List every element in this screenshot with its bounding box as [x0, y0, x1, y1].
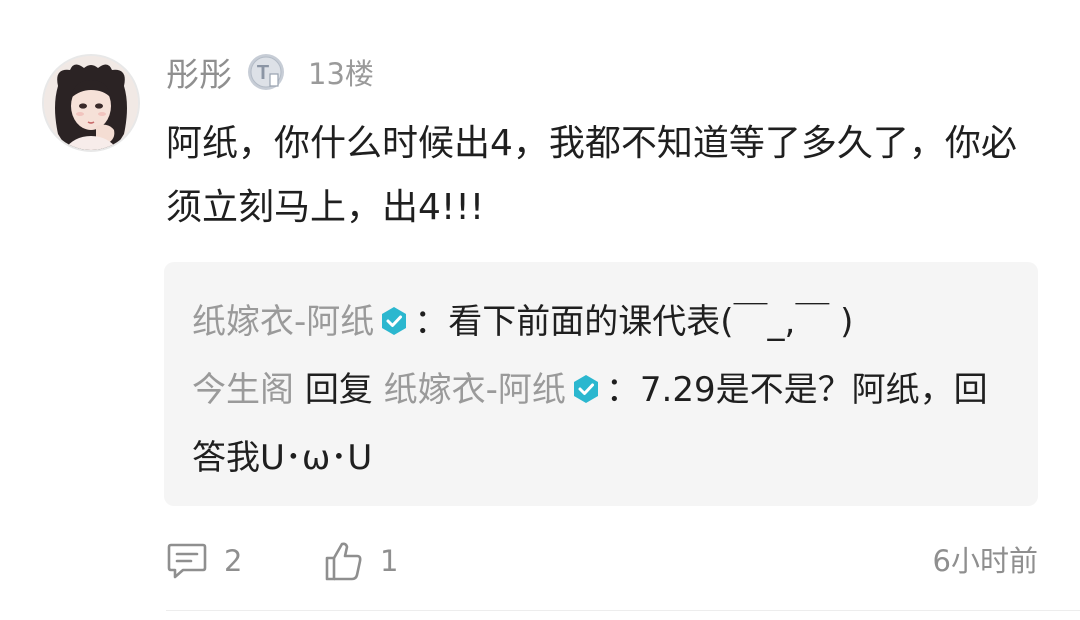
level-badge-letter: T [257, 62, 269, 84]
comment-bubble-icon [167, 543, 207, 579]
like-count: 1 [380, 544, 399, 578]
reply-separator: ： [414, 302, 449, 342]
reply-separator: ： [605, 370, 640, 410]
level-badge-icon: T [246, 52, 286, 92]
avatar-illustration [44, 56, 138, 150]
reply-word: 回复 [304, 370, 373, 410]
divider [166, 610, 1080, 611]
thumbs-up-icon [325, 542, 362, 581]
comment-count: 2 [224, 544, 243, 578]
reply-author[interactable]: 纸嫁衣-阿纸 [192, 302, 374, 342]
timestamp: 6小时前 [932, 544, 1038, 578]
like-button[interactable]: 1 [324, 538, 398, 584]
floor-number: 13楼 [308, 57, 374, 91]
verified-badge-icon [378, 292, 410, 335]
reply-author[interactable]: 今生阁 [192, 370, 294, 410]
comment-actions: 2 1 6小时前 [166, 538, 1040, 584]
reply-button[interactable]: 2 [166, 538, 242, 584]
comment-header: 彤彤 T 13楼 [166, 48, 374, 96]
username[interactable]: 彤彤 [166, 48, 232, 96]
reply-item[interactable]: 纸嫁衣-阿纸 ：看下前面的课代表(￣_,￣ ) [192, 288, 992, 356]
replies-container[interactable]: 纸嫁衣-阿纸 ：看下前面的课代表(￣_,￣ ) 今生阁 回复 纸嫁衣-阿纸 ：7.2… [164, 262, 1038, 506]
user-avatar[interactable] [42, 54, 140, 152]
comment-text: 阿纸，你什么时候出4，我都不知道等了多久了，你必须立刻马上，出4!!! [166, 123, 1017, 228]
verified-badge-icon [570, 360, 602, 403]
reply-to-author[interactable]: 纸嫁衣-阿纸 [384, 370, 566, 410]
reply-text: 看下前面的课代表(￣_,￣ ) [448, 302, 854, 342]
reply-item[interactable]: 今生阁 回复 纸嫁衣-阿纸 ：7.29是不是？阿纸，回答我U･ω･U [192, 356, 992, 492]
